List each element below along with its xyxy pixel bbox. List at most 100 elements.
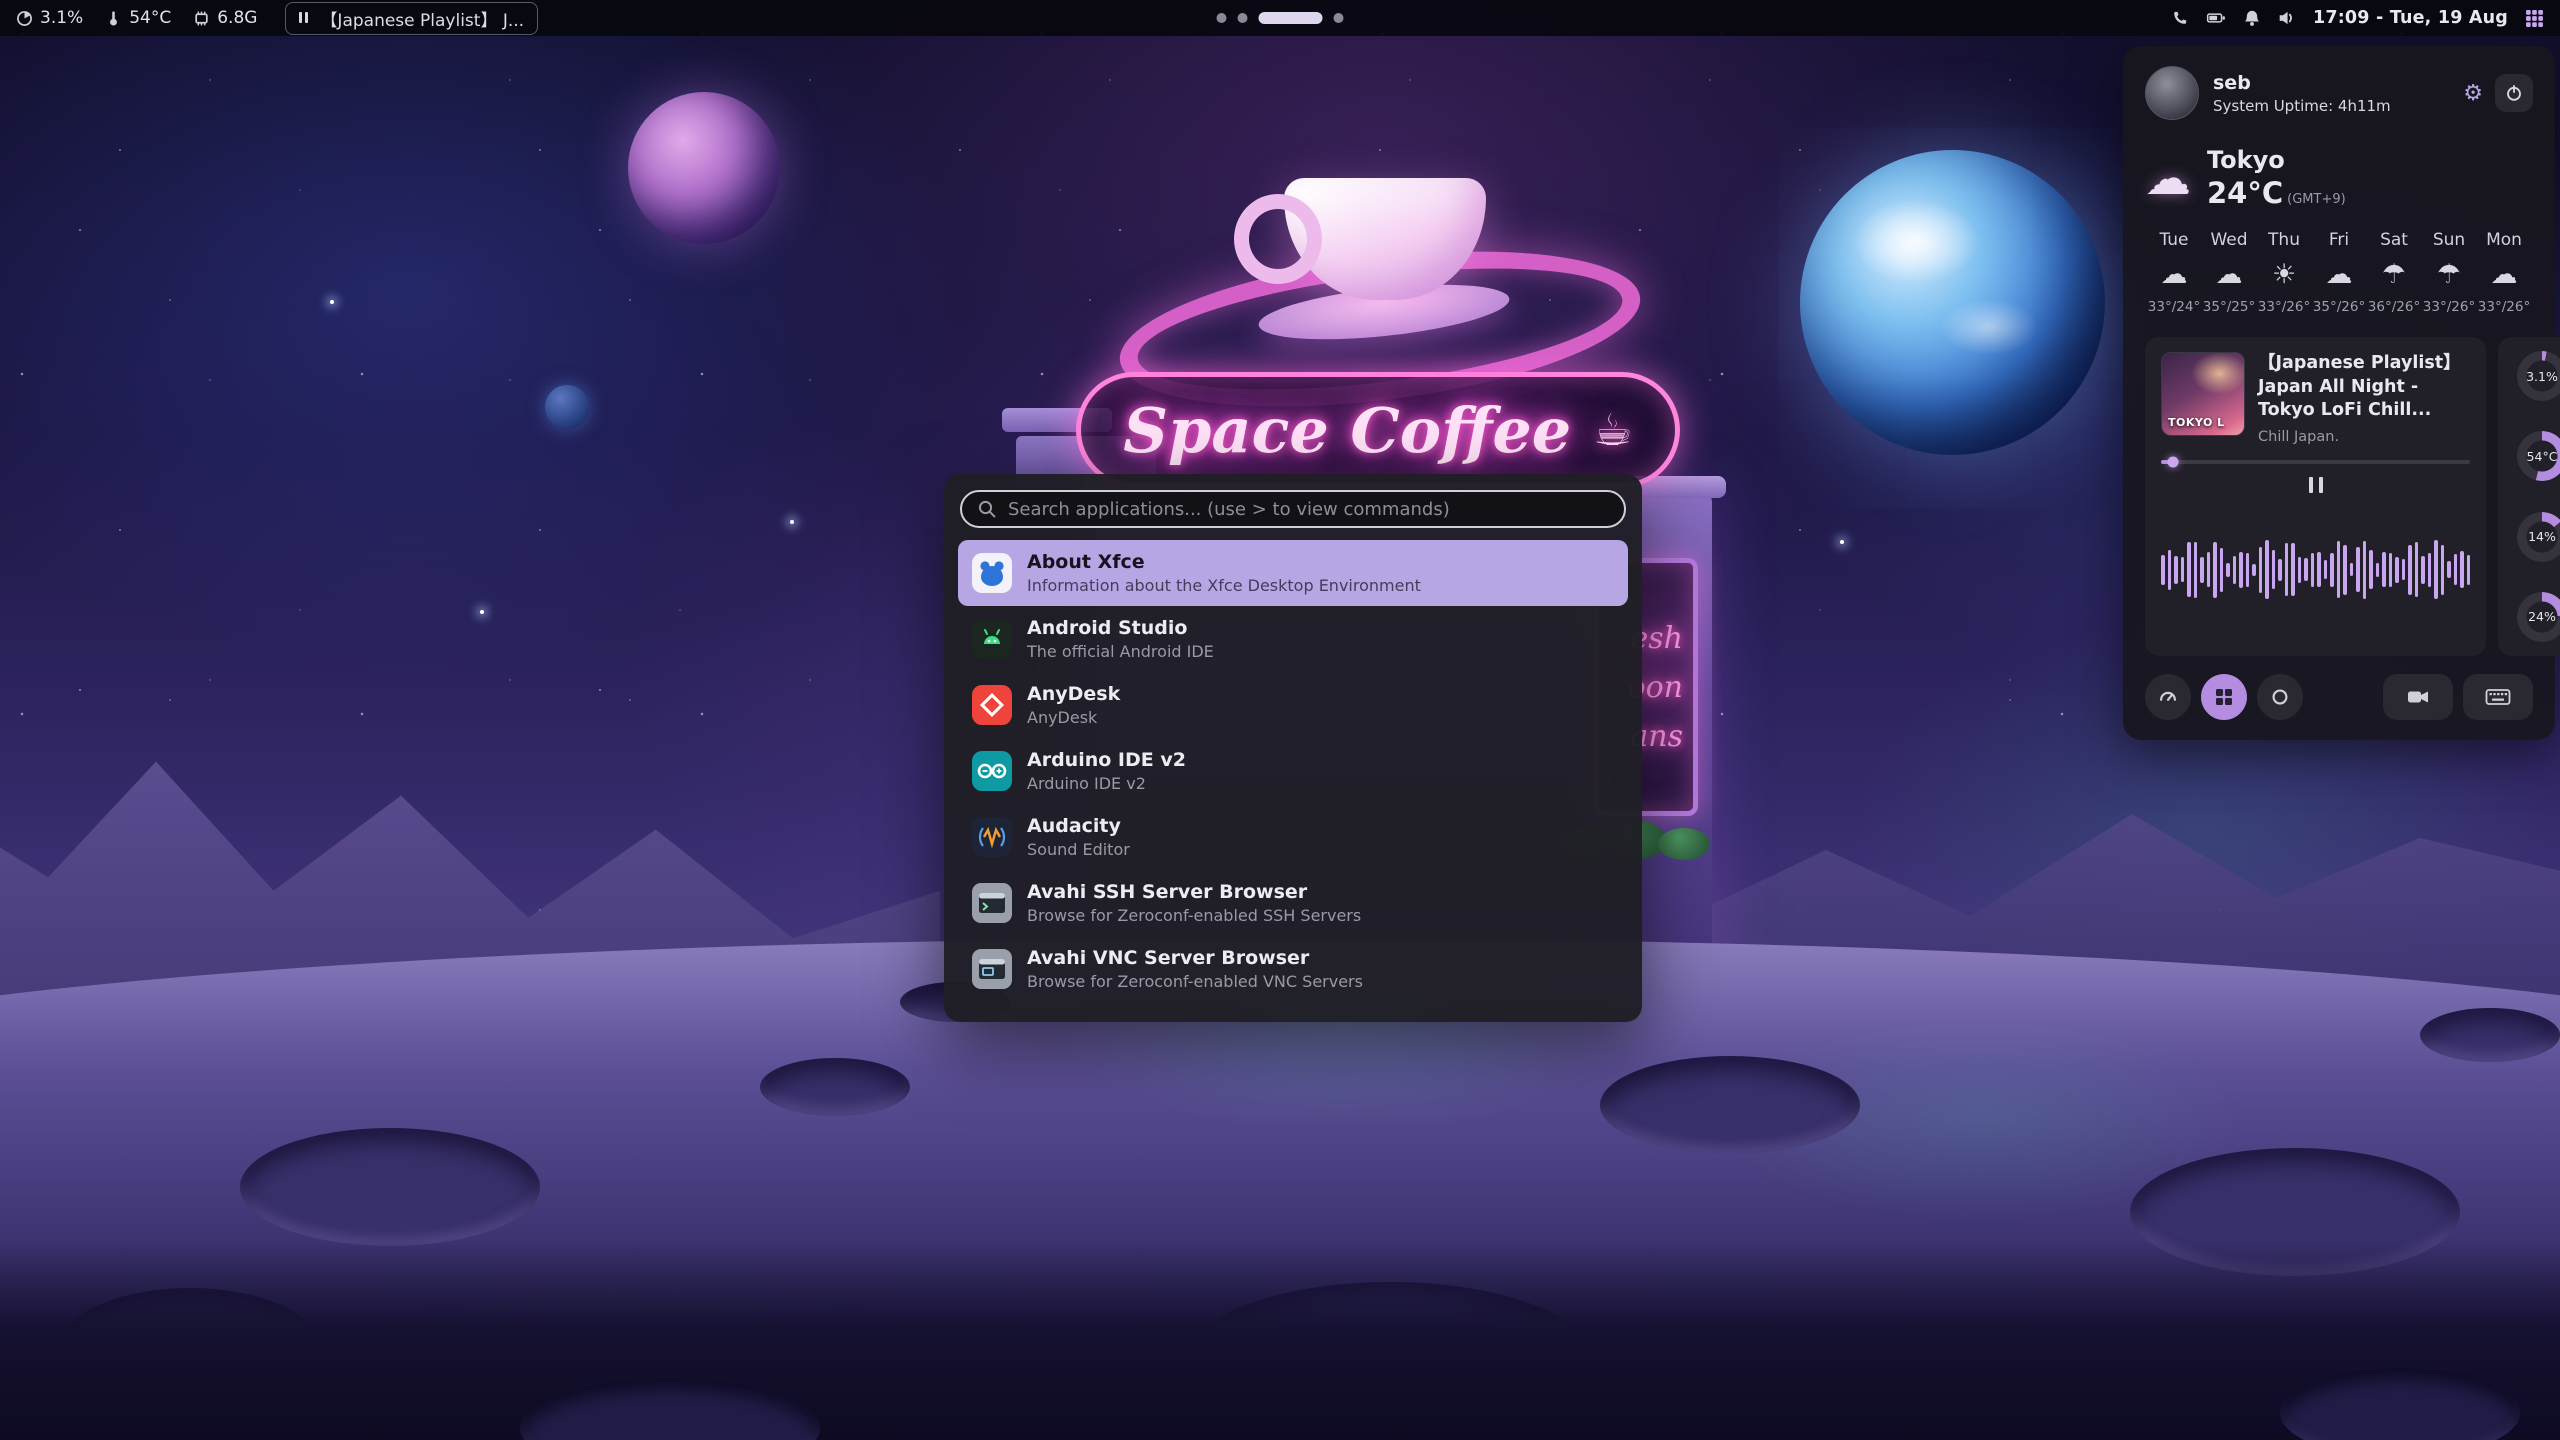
disk-gauge[interactable]: 24% [2506, 592, 2560, 642]
forecast-day[interactable]: Sat ☂ 36°/26° [2367, 230, 2421, 315]
avatar[interactable] [2145, 66, 2199, 120]
volume-icon[interactable] [2278, 9, 2296, 27]
thermometer-icon [105, 10, 122, 27]
notification-bell-icon[interactable] [2243, 9, 2261, 27]
track-artist: Chill Japan. [2258, 429, 2470, 445]
topbar-right: 17:09 - Tue, 19 Aug [2171, 8, 2544, 28]
keyboard-icon [2485, 687, 2511, 707]
earth-planet [1800, 150, 2105, 455]
performance-button[interactable] [2145, 674, 2191, 720]
cloud-icon: ☁ [2202, 261, 2256, 288]
pause-button[interactable] [2161, 477, 2470, 493]
top-bar: 3.1% 54°C 6.8G 【Japanese Playlist】 J... … [0, 0, 2560, 36]
settings-button[interactable]: ⚙ [2463, 80, 2483, 106]
app-title: Avahi SSH Server Browser [1027, 881, 1361, 905]
cpu-gauge[interactable]: 3.1% [2506, 351, 2560, 401]
search-input[interactable] [1008, 499, 1609, 520]
star-glint [480, 610, 484, 614]
forecast-day-label: Wed [2202, 230, 2256, 250]
workspace-dot[interactable] [1238, 13, 1248, 23]
weather-current[interactable]: ☁ Tokyo 24°C(GMT+9) [2145, 146, 2533, 210]
battery-icon[interactable] [2206, 10, 2226, 26]
video-camera-icon [2406, 687, 2430, 707]
user-section: seb System Uptime: 4h11m ⚙ [2145, 66, 2533, 120]
gear-icon: ⚙ [2463, 80, 2483, 105]
app-title: Android Studio [1027, 617, 1214, 641]
forecast-temps: 33°/26° [2257, 299, 2311, 315]
music-player-card: TOKYO L 【Japanese Playlist】 Japan All Ni… [2145, 337, 2486, 656]
forecast-day-label: Sun [2422, 230, 2476, 250]
ring-icon [2269, 686, 2291, 708]
temperature-gauge[interactable]: 54°C [2506, 431, 2560, 481]
workspace-dot[interactable] [1217, 13, 1227, 23]
cpu-gauge-value: 3.1% [2506, 351, 2560, 401]
keyboard-button[interactable] [2463, 674, 2533, 720]
app-launcher: About Xfce Information about the Xfce De… [944, 474, 1642, 1022]
forecast-temps: 33°/26° [2477, 299, 2531, 315]
sun-icon: ☀ [2257, 261, 2311, 288]
umbrella-icon: ☂ [2422, 261, 2476, 288]
app-title: About Xfce [1027, 551, 1421, 575]
app-title: Audacity [1027, 815, 1130, 839]
launcher-item[interactable]: AnyDesk AnyDesk [958, 672, 1628, 738]
memory-value: 6.8G [217, 8, 257, 28]
anydesk-icon [972, 685, 1012, 725]
cpu-indicator[interactable]: 3.1% [16, 8, 83, 28]
star-glint [790, 520, 794, 524]
forecast-day[interactable]: Tue ☁ 33°/24° [2147, 230, 2201, 315]
neon-sign: Space Coffee ☕ [1076, 372, 1680, 488]
system-uptime: System Uptime: 4h11m [2213, 97, 2391, 115]
temp-indicator[interactable]: 54°C [105, 8, 171, 28]
launcher-item[interactable]: Audacity Sound Editor [958, 804, 1628, 870]
app-subtitle: AnyDesk [1027, 708, 1120, 727]
system-gauges: 3.1% 54°C 14% 24% [2498, 337, 2560, 656]
phone-icon[interactable] [2171, 9, 2189, 27]
app-grid-icon[interactable] [2525, 9, 2544, 28]
now-playing-widget[interactable]: 【Japanese Playlist】 J... [285, 2, 538, 35]
app-subtitle: Arduino IDE v2 [1027, 774, 1186, 793]
seek-knob[interactable] [2168, 456, 2179, 467]
memory-gauge[interactable]: 14% [2506, 512, 2560, 562]
memory-gauge-value: 14% [2506, 512, 2560, 562]
grid-icon [2214, 687, 2234, 707]
forecast-day-label: Mon [2477, 230, 2531, 250]
clock[interactable]: 17:09 - Tue, 19 Aug [2313, 8, 2508, 28]
temp-value: 54°C [129, 8, 171, 28]
apps-grid-button[interactable] [2201, 674, 2247, 720]
launcher-item[interactable]: Avahi SSH Server Browser Browse for Zero… [958, 870, 1628, 936]
launcher-item[interactable]: Arduino IDE v2 Arduino IDE v2 [958, 738, 1628, 804]
launcher-item[interactable]: Avahi VNC Server Browser Browse for Zero… [958, 936, 1628, 1002]
memory-indicator[interactable]: 6.8G [193, 8, 257, 28]
cloud-icon: ☁ [2147, 261, 2201, 288]
app-subtitle: Browse for Zeroconf-enabled SSH Servers [1027, 906, 1361, 925]
cpu-value: 3.1% [40, 8, 83, 28]
album-art[interactable]: TOKYO L [2161, 352, 2245, 436]
cloud-icon: ☁ [2312, 261, 2366, 288]
power-button[interactable] [2495, 74, 2533, 112]
forecast-day[interactable]: Thu ☀ 33°/26° [2257, 230, 2311, 315]
forecast-day[interactable]: Fri ☁ 35°/26° [2312, 230, 2366, 315]
now-playing-label: 【Japanese Playlist】 J... [320, 6, 524, 31]
audacity-icon [972, 817, 1012, 857]
video-button[interactable] [2383, 674, 2453, 720]
launcher-item[interactable]: Android Studio The official Android IDE [958, 606, 1628, 672]
avahi-ssh-icon [972, 883, 1012, 923]
forecast-day[interactable]: Mon ☁ 33°/26° [2477, 230, 2531, 315]
overview-button[interactable] [2257, 674, 2303, 720]
forecast-temps: 36°/26° [2367, 299, 2421, 315]
arduino-icon [972, 751, 1012, 791]
workspace-active-pill[interactable] [1259, 12, 1323, 24]
seek-bar[interactable] [2161, 460, 2470, 464]
forecast-day[interactable]: Sun ☂ 33°/26° [2422, 230, 2476, 315]
cloud-icon: ☁ [2477, 261, 2531, 288]
user-name: seb [2213, 72, 2391, 94]
crater [2420, 1008, 2560, 1062]
forecast-day[interactable]: Wed ☁ 35°/25° [2202, 230, 2256, 315]
crater [240, 1128, 540, 1246]
neon-sign-text: Space Coffee [1123, 394, 1571, 467]
launcher-item[interactable]: About Xfce Information about the Xfce De… [958, 540, 1628, 606]
search-bar[interactable] [960, 490, 1626, 528]
workspace-dot[interactable] [1334, 13, 1344, 23]
forecast-temps: 33°/24° [2147, 299, 2201, 315]
app-title: Arduino IDE v2 [1027, 749, 1186, 773]
